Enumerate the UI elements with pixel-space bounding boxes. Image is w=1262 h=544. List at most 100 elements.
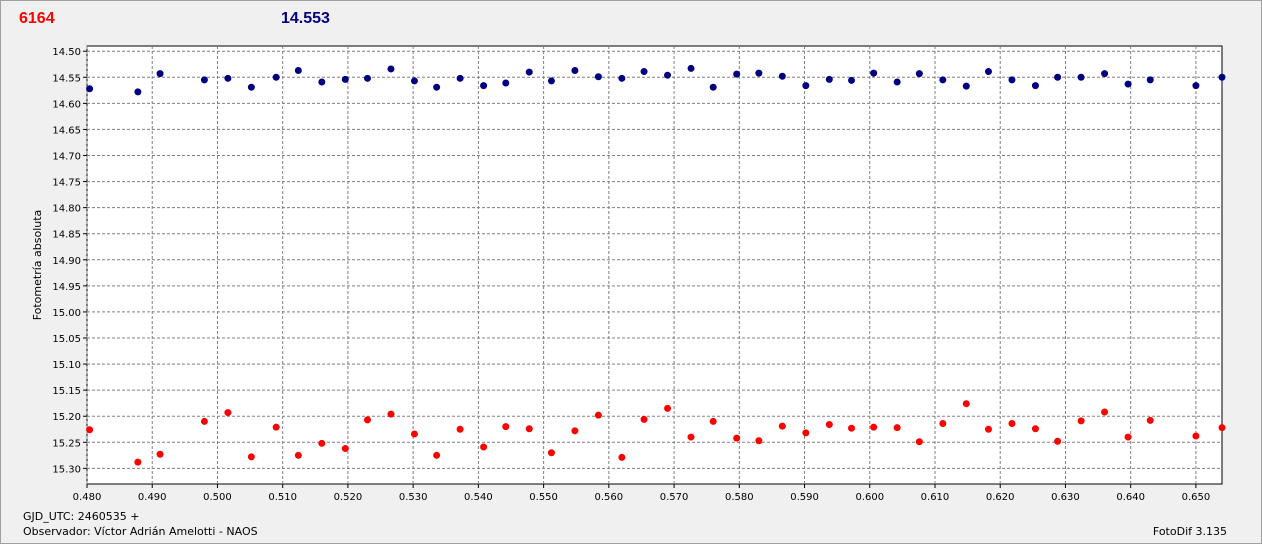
comparison-point <box>1077 73 1085 81</box>
y-tick-label: 14.75 <box>52 178 81 189</box>
comparison-point <box>778 72 786 80</box>
x-tick-label: 0.570 <box>660 492 689 503</box>
star-point <box>318 439 326 447</box>
comparison-point <box>502 79 510 87</box>
y-tick-label: 14.85 <box>52 230 81 241</box>
star-point <box>825 421 833 429</box>
comparison-point <box>224 74 232 82</box>
star-point <box>984 425 992 433</box>
comparison-point <box>1101 70 1109 78</box>
comparison-point <box>594 73 602 81</box>
x-tick-label: 0.550 <box>529 492 558 503</box>
star-point <box>1146 416 1154 424</box>
star-point <box>778 422 786 430</box>
comparison-point <box>410 77 418 85</box>
comparison-point <box>86 85 94 93</box>
comparison-point <box>847 76 855 84</box>
star-point <box>870 423 878 431</box>
y-tick-label: 14.50 <box>52 47 81 58</box>
x-tick-label: 0.600 <box>855 492 884 503</box>
y-tick-label: 15.20 <box>52 412 81 423</box>
star-point <box>502 423 510 431</box>
y-tick-label: 15.30 <box>52 464 81 475</box>
comparison-point <box>1218 73 1226 81</box>
y-tick-label: 14.60 <box>52 99 81 110</box>
comparison-point <box>134 88 142 96</box>
star-point <box>86 426 94 434</box>
x-tick-label: 0.520 <box>334 492 363 503</box>
star-point <box>456 425 464 433</box>
star-point <box>1077 417 1085 425</box>
comparison-point <box>294 67 302 75</box>
star-point <box>709 417 717 425</box>
comparison-point <box>200 76 208 84</box>
comparison-point <box>825 75 833 83</box>
star-point <box>1054 437 1062 445</box>
star-point <box>200 417 208 425</box>
comparison-point <box>1054 73 1062 81</box>
comparison-point <box>1192 82 1200 90</box>
star-point <box>433 451 441 459</box>
gjd-label: GJD_UTC: 2460535 + <box>23 510 140 523</box>
y-tick-label: 14.95 <box>52 282 81 293</box>
y-tick-label: 14.90 <box>52 256 81 267</box>
comparison-point <box>480 82 488 90</box>
comparison-point <box>755 69 763 77</box>
star-point <box>640 415 648 423</box>
x-axis: 0.480 0.490 0.500 0.510 0.520 0.530 0.540 0.550… <box>73 484 1210 503</box>
x-tick-label: 0.580 <box>725 492 754 503</box>
x-tick-label: 0.610 <box>921 492 950 503</box>
star-point <box>939 420 947 428</box>
star-point <box>962 400 970 408</box>
comparison-point <box>962 82 970 90</box>
star-point <box>525 425 533 433</box>
star-point <box>1101 408 1109 416</box>
comparison-point <box>156 70 164 78</box>
comparison-point <box>571 67 579 75</box>
x-tick-label: 0.480 <box>73 492 102 503</box>
comparison-point <box>915 70 923 78</box>
star-point <box>687 433 695 441</box>
star-point <box>272 423 280 431</box>
star-point <box>618 453 626 461</box>
star-point <box>294 451 302 459</box>
comparison-point <box>709 83 717 91</box>
star-point <box>247 453 255 461</box>
y-tick-label: 14.80 <box>52 204 81 215</box>
comparison-point <box>984 68 992 76</box>
x-tick-label: 0.630 <box>1051 492 1080 503</box>
comparison-point <box>618 74 626 82</box>
x-tick-label: 0.590 <box>790 492 819 503</box>
star-point <box>224 409 232 417</box>
comparison-point <box>525 68 533 76</box>
app-version: FotoDif 3.135 <box>1152 525 1227 538</box>
star-point <box>341 445 349 453</box>
y-axis-label: Fotometría absoluta <box>31 210 44 321</box>
star-point <box>363 416 371 424</box>
comparison-point <box>1124 80 1132 88</box>
star-point <box>1031 425 1039 433</box>
comparison-point <box>802 82 810 90</box>
x-tick-label: 0.640 <box>1116 492 1145 503</box>
x-tick-label: 0.530 <box>399 492 428 503</box>
star-point <box>571 427 579 435</box>
star-point <box>915 438 923 446</box>
comparison-point <box>272 73 280 81</box>
star-point <box>664 404 672 412</box>
comparison-point <box>893 78 901 86</box>
x-tick-label: 0.540 <box>464 492 493 503</box>
star-point <box>547 449 555 457</box>
comparison-point <box>1031 82 1039 90</box>
observer-label: Observador: Víctor Adrián Amelotti - NAO… <box>23 525 258 538</box>
comparison-point <box>939 76 947 84</box>
star-point <box>156 450 164 458</box>
star-point <box>594 411 602 419</box>
comparison-point <box>733 70 741 78</box>
comparison-point <box>456 74 464 82</box>
comparison-point <box>387 65 395 73</box>
x-tick-label: 0.490 <box>138 492 167 503</box>
y-tick-label: 14.70 <box>52 152 81 163</box>
star-point <box>755 437 763 445</box>
star-point <box>410 430 418 438</box>
star-point <box>847 424 855 432</box>
